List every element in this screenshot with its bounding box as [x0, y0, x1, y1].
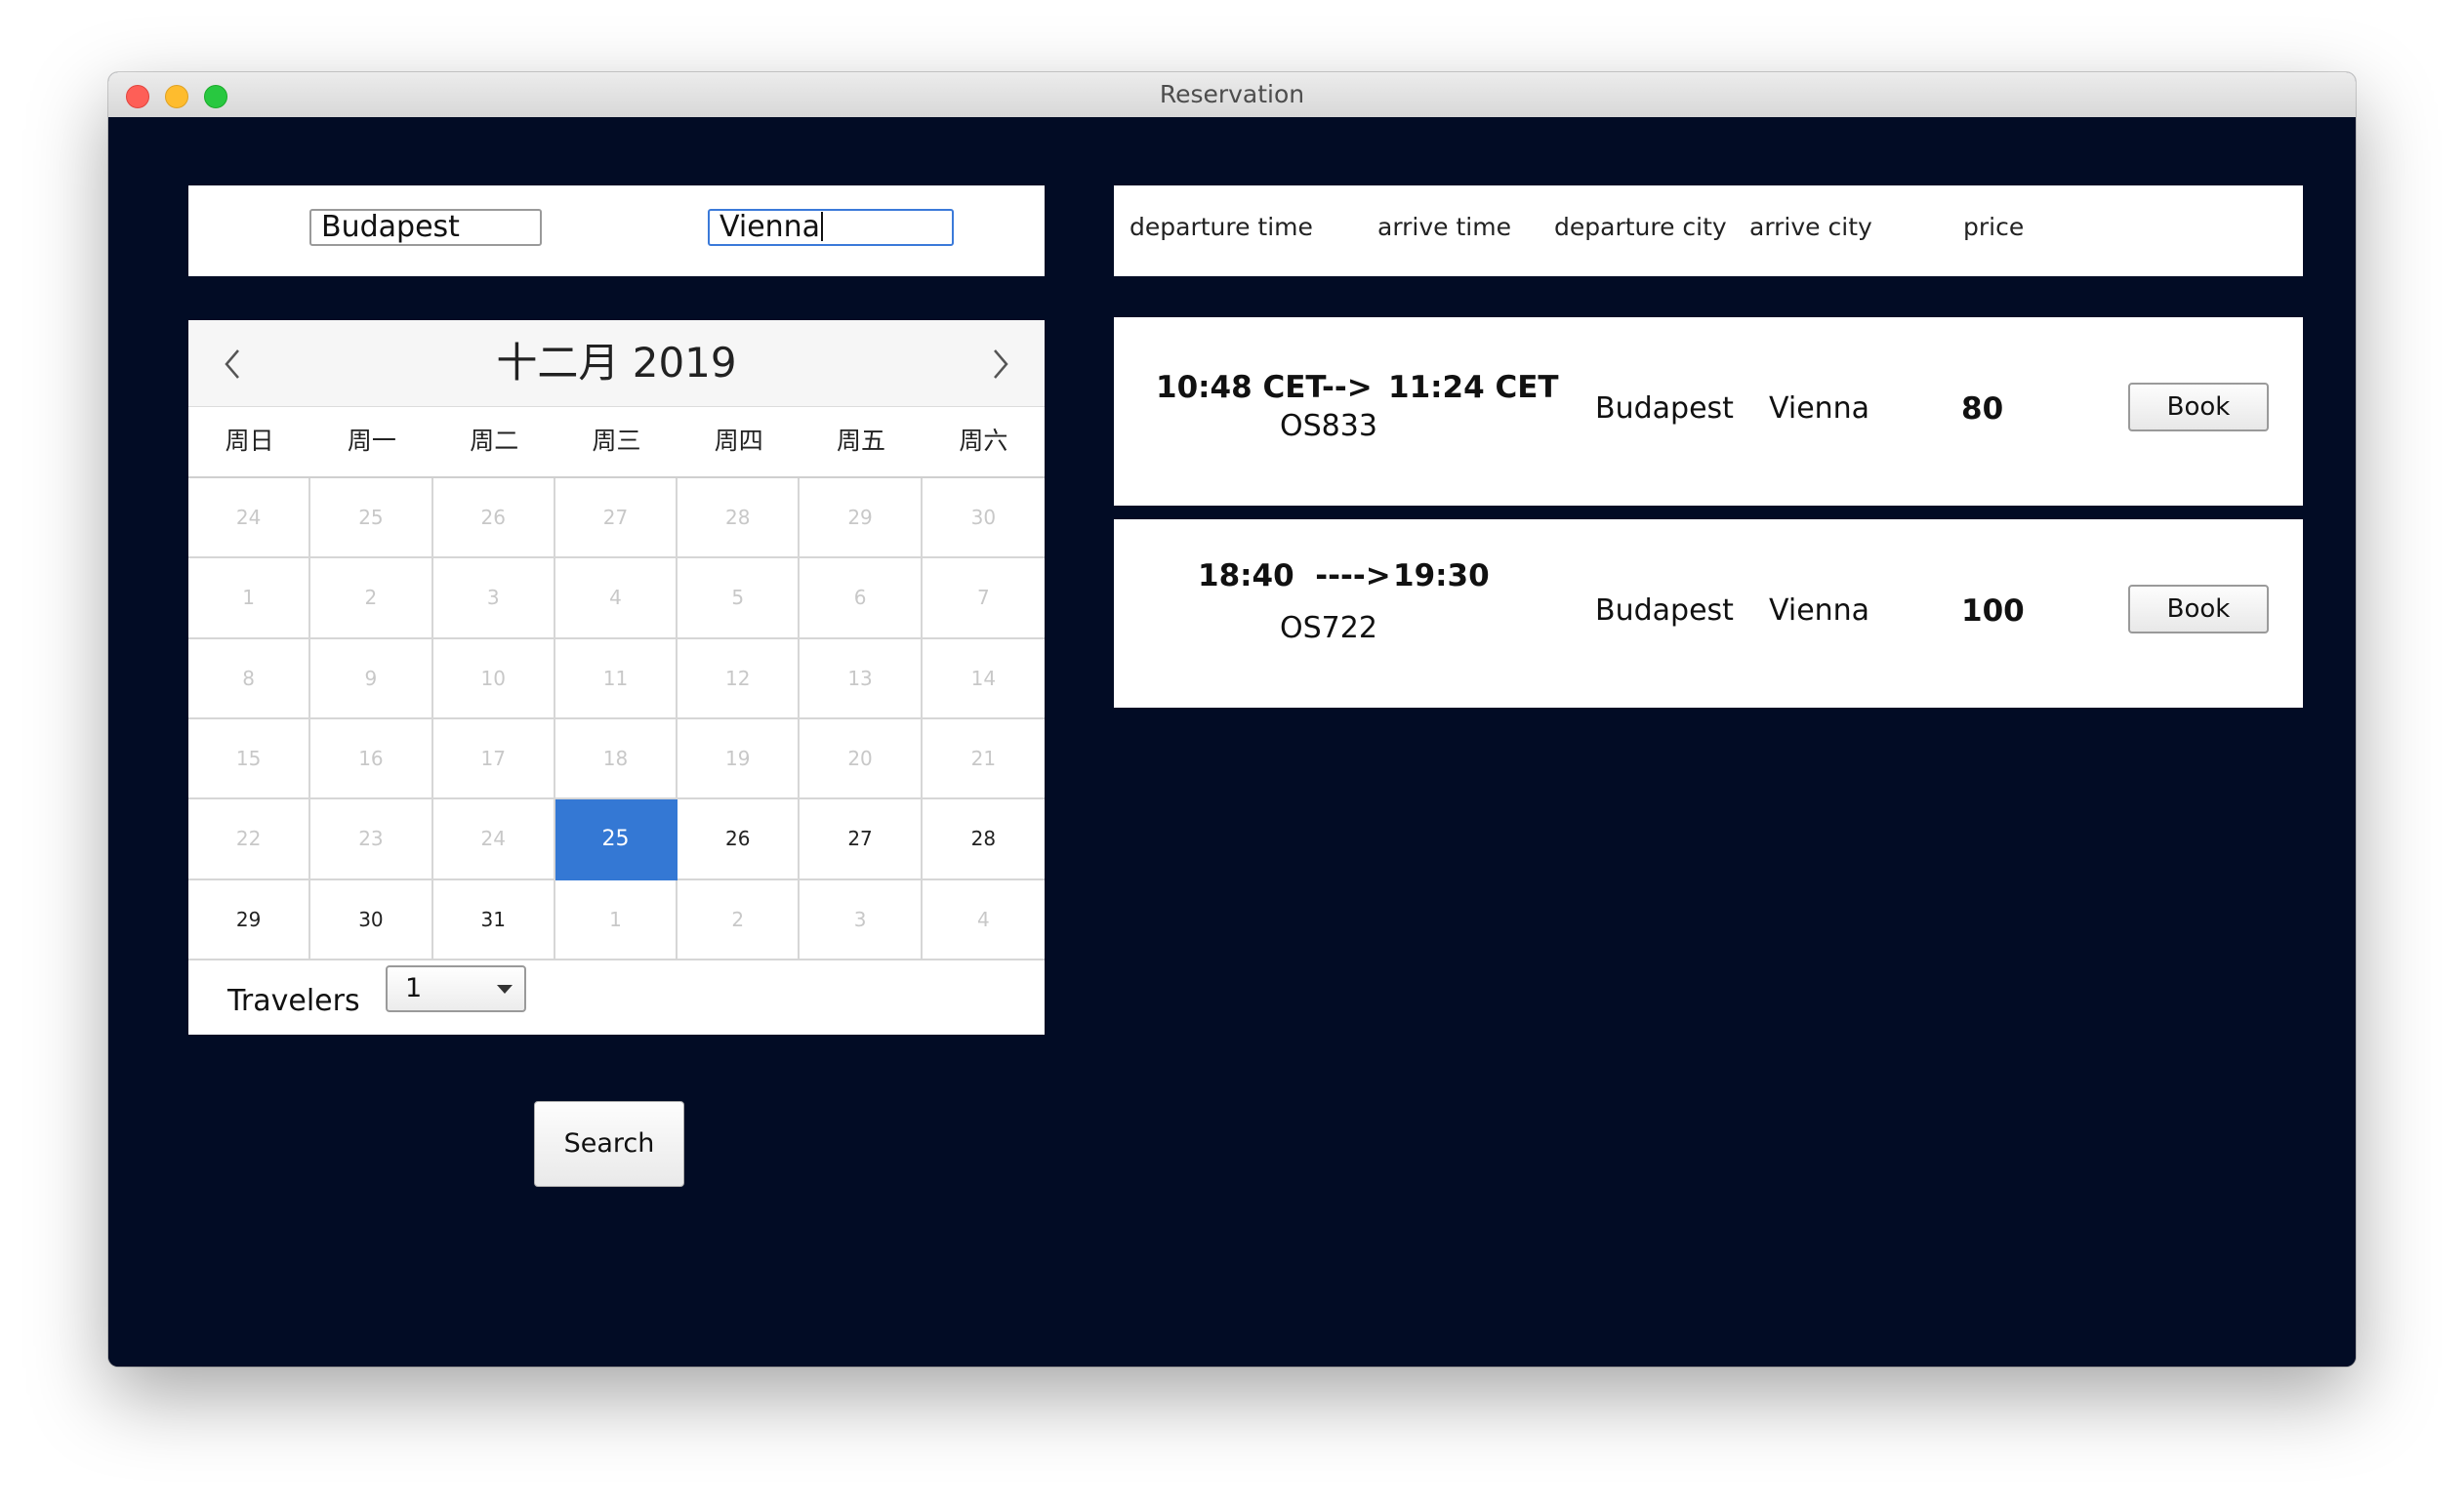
calendar-day[interactable]: 8 [188, 638, 311, 719]
price: 100 [1961, 593, 2025, 629]
calendar-day[interactable]: 25 [310, 478, 433, 559]
calendar-day[interactable]: 19 [678, 719, 801, 800]
travelers-select[interactable]: 1 [386, 965, 526, 1012]
departure-time: 18:40 ----> [1198, 558, 1391, 593]
flight-result-card: 10:48 CET--> 11:24 CET OS833 Budapest Vi… [1114, 317, 2303, 506]
arrival-time: 19:30 [1393, 558, 1490, 593]
weekday-label: 周四 [714, 427, 763, 455]
date-picker-calendar: 十二月 2019 周日 周一 周二 周三 周四 周五 周六 24 25 26 27 28 29 30 1 2… [188, 320, 1045, 960]
calendar-day[interactable]: 24 [432, 799, 555, 880]
flight-result-card: 18:40 ----> 19:30 OS722 Budapest Vienna … [1114, 519, 2303, 708]
calendar-day[interactable]: 12 [678, 638, 801, 719]
calendar-month-title: 十二月 2019 [496, 339, 737, 387]
weekday-label: 周三 [592, 427, 641, 455]
calendar-day[interactable]: 29 [800, 478, 923, 559]
price: 80 [1961, 391, 2004, 427]
weekday-header-row: 周日 周一 周二 周三 周四 周五 周六 [188, 406, 1045, 478]
flight-number: OS833 [1280, 409, 1377, 443]
column-header-departure-city: departure city [1554, 213, 1727, 241]
calendar-day[interactable]: 10 [432, 638, 555, 719]
calendar-day[interactable]: 30 [310, 879, 433, 960]
calendar-day[interactable]: 29 [188, 879, 311, 960]
travelers-select-value: 1 [405, 973, 423, 1003]
departure-time: 10:48 CET--> [1156, 370, 1373, 405]
calendar-day[interactable]: 30 [922, 478, 1045, 559]
calendar-day[interactable]: 4 [554, 558, 678, 639]
calendar-day[interactable]: 27 [554, 478, 678, 559]
calendar-day[interactable]: 26 [678, 799, 801, 880]
calendar-day[interactable]: 17 [432, 719, 555, 800]
next-month-button[interactable] [986, 349, 1015, 379]
route-panel: Budapest Vienna [188, 185, 1045, 276]
calendar-day[interactable]: 13 [800, 638, 923, 719]
departure-city: Budapest [1595, 593, 1734, 628]
calendar-day-selected[interactable]: 25 [554, 799, 678, 880]
column-header-arrive-time: arrive time [1377, 213, 1511, 241]
book-button[interactable]: Book [2128, 585, 2269, 633]
calendar-day[interactable]: 1 [188, 558, 311, 639]
departure-city-input[interactable]: Budapest [309, 209, 542, 246]
search-button[interactable]: Search [534, 1101, 684, 1187]
calendar-day[interactable]: 3 [800, 879, 923, 960]
calendar-day[interactable]: 24 [188, 478, 311, 559]
weekday-label: 周六 [959, 427, 1008, 455]
departure-city-value: Budapest [321, 210, 460, 244]
arrival-city-input[interactable]: Vienna [708, 209, 954, 246]
travelers-panel: Travelers 1 [188, 960, 1045, 1035]
arrival-city-value: Vienna [719, 210, 821, 244]
book-button[interactable]: Book [2128, 383, 2269, 431]
weekday-label: 周一 [347, 427, 396, 455]
calendar-day[interactable]: 11 [554, 638, 678, 719]
calendar-day[interactable]: 31 [432, 879, 555, 960]
calendar-day[interactable]: 27 [800, 799, 923, 880]
calendar-day[interactable]: 26 [432, 478, 555, 559]
calendar-day[interactable]: 6 [800, 558, 923, 639]
calendar-day[interactable]: 22 [188, 799, 311, 880]
calendar-day[interactable]: 28 [678, 478, 801, 559]
calendar-day[interactable]: 20 [800, 719, 923, 800]
calendar-day-grid: 24 25 26 27 28 29 30 1 2 3 4 5 6 7 8 9 10 11 12 13 14 15 16 17 1… [188, 478, 1045, 960]
calendar-header: 十二月 2019 [188, 320, 1045, 407]
column-header-departure-time: departure time [1129, 213, 1313, 241]
title-bar: Reservation [108, 72, 2356, 118]
calendar-day[interactable]: 2 [678, 879, 801, 960]
weekday-label: 周日 [225, 427, 274, 455]
calendar-day[interactable]: 5 [678, 558, 801, 639]
text-caret [821, 212, 824, 241]
weekday-label: 周二 [470, 427, 519, 455]
calendar-day[interactable]: 1 [554, 879, 678, 960]
chevron-right-icon [994, 349, 1008, 379]
calendar-day[interactable]: 2 [310, 558, 433, 639]
calendar-day[interactable]: 7 [922, 558, 1045, 639]
calendar-day[interactable]: 3 [432, 558, 555, 639]
calendar-day[interactable]: 16 [310, 719, 433, 800]
calendar-day[interactable]: 4 [922, 880, 1045, 960]
calendar-day[interactable]: 21 [922, 719, 1045, 800]
app-window: Reservation Budapest Vienna 十二月 2019 周日 … [108, 72, 2356, 1367]
calendar-day[interactable]: 23 [310, 799, 433, 880]
dropdown-arrow-icon [497, 985, 513, 994]
calendar-day[interactable]: 15 [188, 719, 311, 800]
calendar-day[interactable]: 28 [922, 799, 1045, 880]
arrival-time: 11:24 CET [1388, 370, 1559, 405]
travelers-label: Travelers [227, 984, 360, 1018]
flight-number: OS722 [1280, 611, 1377, 645]
column-header-price: price [1963, 213, 2025, 241]
arrive-city: Vienna [1769, 593, 1870, 628]
arrive-city: Vienna [1769, 391, 1870, 426]
main-content: Budapest Vienna 十二月 2019 周日 周一 周二 周三 周四 … [108, 117, 2356, 1367]
calendar-day[interactable]: 9 [310, 638, 433, 719]
weekday-label: 周五 [837, 427, 886, 455]
calendar-day[interactable]: 18 [554, 719, 678, 800]
calendar-day[interactable]: 14 [922, 639, 1045, 719]
column-header-arrive-city: arrive city [1749, 213, 1872, 241]
departure-city: Budapest [1595, 391, 1734, 426]
results-header-panel: departure time arrive time departure cit… [1114, 185, 2303, 276]
window-title: Reservation [1159, 80, 1305, 108]
